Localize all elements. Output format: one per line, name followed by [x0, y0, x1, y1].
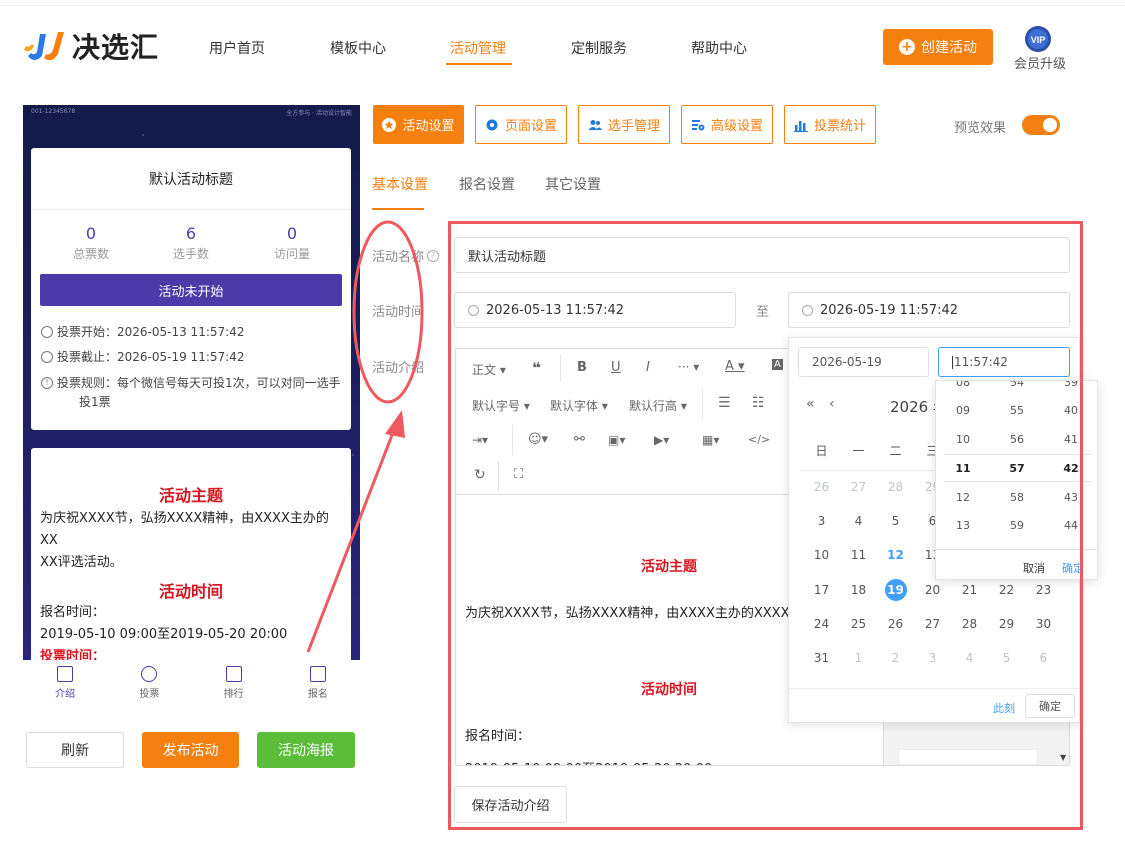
- preview-nav-label: 介绍: [55, 689, 76, 700]
- toggle-knob: [1043, 118, 1057, 132]
- clock-icon: [41, 326, 53, 338]
- intro-text-line1: 为庆祝XXXX节，弘扬XXXX精神，由XXXX主办的XX: [40, 511, 329, 548]
- preview-activity-title: 默认活动标题: [31, 148, 351, 210]
- intro-section-text: 为庆祝XXXX节，弘扬XXXX精神，由XXXX主办的XX XX评选活动。: [31, 508, 351, 574]
- stat-value: 0: [85, 224, 97, 243]
- plus-icon: +: [899, 39, 915, 55]
- tab-label: 选手管理: [607, 119, 660, 134]
- bar-chart-icon: [793, 120, 808, 132]
- stat-label: 总票数: [72, 247, 109, 261]
- preview-intro-card: 活动主题 为庆祝XXXX节，弘扬XXXX精神，由XXXX主办的XX XX评选活动…: [31, 448, 351, 662]
- vote-start-row: 投票开始：2026-05-13 11:57:42: [41, 323, 341, 342]
- subtab-basic-settings[interactable]: 基本设置: [372, 174, 428, 194]
- time-section-title: 活动时间: [158, 582, 223, 601]
- preview-header-strip: 001-12345678 全方参与 · 活动设计智能: [23, 105, 360, 133]
- stat-label: 访问量: [273, 247, 310, 261]
- activity-status-bar: 活动未开始: [40, 274, 342, 306]
- preview-effect-label: 预览效果: [954, 121, 1007, 136]
- stat-value: 6: [185, 224, 197, 243]
- nav-custom-service[interactable]: 定制服务: [571, 38, 627, 58]
- subtab-active-underline: [372, 208, 424, 210]
- brand-logo[interactable]: 决选汇: [22, 26, 159, 66]
- stat-total-votes: 0 总票数: [41, 224, 141, 262]
- nav-activity-management[interactable]: 活动管理: [450, 38, 506, 58]
- annotation-arrow-head-icon: [385, 410, 405, 438]
- create-activity-label: 创建活动: [921, 40, 977, 56]
- vip-badge-text: VIP: [1031, 35, 1046, 45]
- nav-template-center[interactable]: 模板中心: [330, 38, 386, 58]
- vote-rule-line1: 投票规则：每个微信号每天可投1次，可以对同一选手: [57, 376, 341, 390]
- preview-header-right: 全方参与 · 活动设计智能: [286, 110, 352, 117]
- tab-label: 投票统计: [813, 119, 866, 134]
- annotation-highlight-frame: [448, 221, 1083, 830]
- preview-bottom-nav: 介绍 投票 排行 报名: [23, 660, 360, 706]
- top-divider: [0, 5, 1125, 6]
- activity-time-label: 活动时间: [372, 305, 425, 320]
- star-badge-icon: [382, 117, 397, 132]
- preview-nav-intro[interactable]: 介绍: [23, 660, 107, 706]
- nav-active-underline: [446, 63, 512, 65]
- subtab-other-settings[interactable]: 其它设置: [545, 174, 601, 194]
- intro-section-title: 活动主题: [158, 486, 223, 505]
- ranking-icon: [225, 666, 242, 682]
- brand-name: 决选汇: [72, 31, 160, 64]
- clock-icon: [41, 351, 53, 363]
- intro-text-line2: XX评选活动。: [40, 555, 123, 570]
- users-icon: [588, 119, 602, 130]
- vote-end-text: 投票截止：2026-05-19 11:57:42: [57, 350, 245, 364]
- stat-label: 选手数: [172, 247, 209, 261]
- tab-advanced-settings[interactable]: 高级设置: [681, 105, 773, 144]
- advanced-settings-icon: [691, 119, 705, 130]
- vote-rule-text: 投票规则：每个微信号每天可投1次，可以对同一选手 投1票: [57, 374, 341, 412]
- tab-page-settings[interactable]: 页面设置: [475, 105, 567, 144]
- reg-time-label: 报名时间：: [40, 605, 106, 620]
- activity-intro-label: 活动介绍: [372, 361, 425, 376]
- preview-header-left: 001-12345678: [31, 108, 76, 115]
- refresh-button[interactable]: 刷新: [26, 732, 124, 768]
- preview-nav-rank[interactable]: 排行: [192, 660, 276, 706]
- stat-visits: 0 访问量: [242, 224, 342, 262]
- vote-rule-row: ! 投票规则：每个微信号每天可投1次，可以对同一选手 投1票: [41, 374, 341, 412]
- tab-label: 页面设置: [504, 119, 557, 134]
- document-icon: [57, 666, 74, 682]
- tab-vote-statistics[interactable]: 投票统计: [784, 105, 876, 144]
- nav-user-home[interactable]: 用户首页: [209, 38, 265, 58]
- vote-end-row: 投票截止：2026-05-19 11:57:42: [41, 348, 341, 367]
- info-icon: !: [41, 377, 53, 389]
- gear-icon: [486, 119, 498, 130]
- tab-contestant-management[interactable]: 选手管理: [578, 105, 670, 144]
- vote-start-text: 投票开始：2026-05-13 11:57:42: [57, 325, 245, 339]
- vip-upgrade-label[interactable]: 会员升级: [1010, 53, 1070, 72]
- vip-crown-icon[interactable]: VIP: [1022, 24, 1054, 56]
- profile-card-icon: [309, 666, 326, 682]
- preview-effect-toggle[interactable]: [1022, 115, 1060, 135]
- user-icon: [141, 666, 158, 682]
- tab-activity-settings[interactable]: 活动设置: [373, 105, 464, 144]
- create-activity-button[interactable]: + 创建活动: [883, 29, 993, 65]
- tab-label: 高级设置: [710, 119, 763, 134]
- stat-value: 0: [286, 224, 298, 243]
- logo-mark-icon: [22, 26, 66, 66]
- vote-rule-line2: 投1票: [79, 395, 111, 409]
- activity-poster-button[interactable]: 活动海报: [257, 732, 355, 768]
- preview-nav-vote[interactable]: 投票: [107, 660, 191, 706]
- time-section-text: 报名时间： 2019-05-10 09:00至2019-05-20 20:00 …: [31, 602, 351, 662]
- preview-nav-label: 排行: [223, 689, 244, 700]
- subtab-signup-settings[interactable]: 报名设置: [459, 174, 515, 194]
- mobile-preview: 001-12345678 全方参与 · 活动设计智能 默认活动标题 0 总票数 …: [23, 105, 360, 662]
- preview-nav-label: 投票: [139, 689, 160, 700]
- tab-label: 活动设置: [402, 119, 455, 134]
- reg-time-range: 2019-05-10 09:00至2019-05-20 20:00: [40, 627, 288, 642]
- stat-contestants: 6 选手数: [141, 224, 241, 262]
- preview-nav-signup[interactable]: 报名: [276, 660, 360, 706]
- activity-name-label-text: 活动名称: [372, 250, 425, 265]
- publish-activity-button[interactable]: 发布活动: [142, 732, 239, 768]
- help-icon[interactable]: ?: [427, 249, 440, 262]
- preview-nav-label: 报名: [307, 689, 328, 700]
- nav-help-center[interactable]: 帮助中心: [691, 38, 747, 58]
- activity-name-label: 活动名称 ?: [372, 246, 440, 265]
- preview-summary-card: 默认活动标题 0 总票数 6 选手数 0 访问量 活动未开始 投票开始：2026…: [31, 148, 351, 430]
